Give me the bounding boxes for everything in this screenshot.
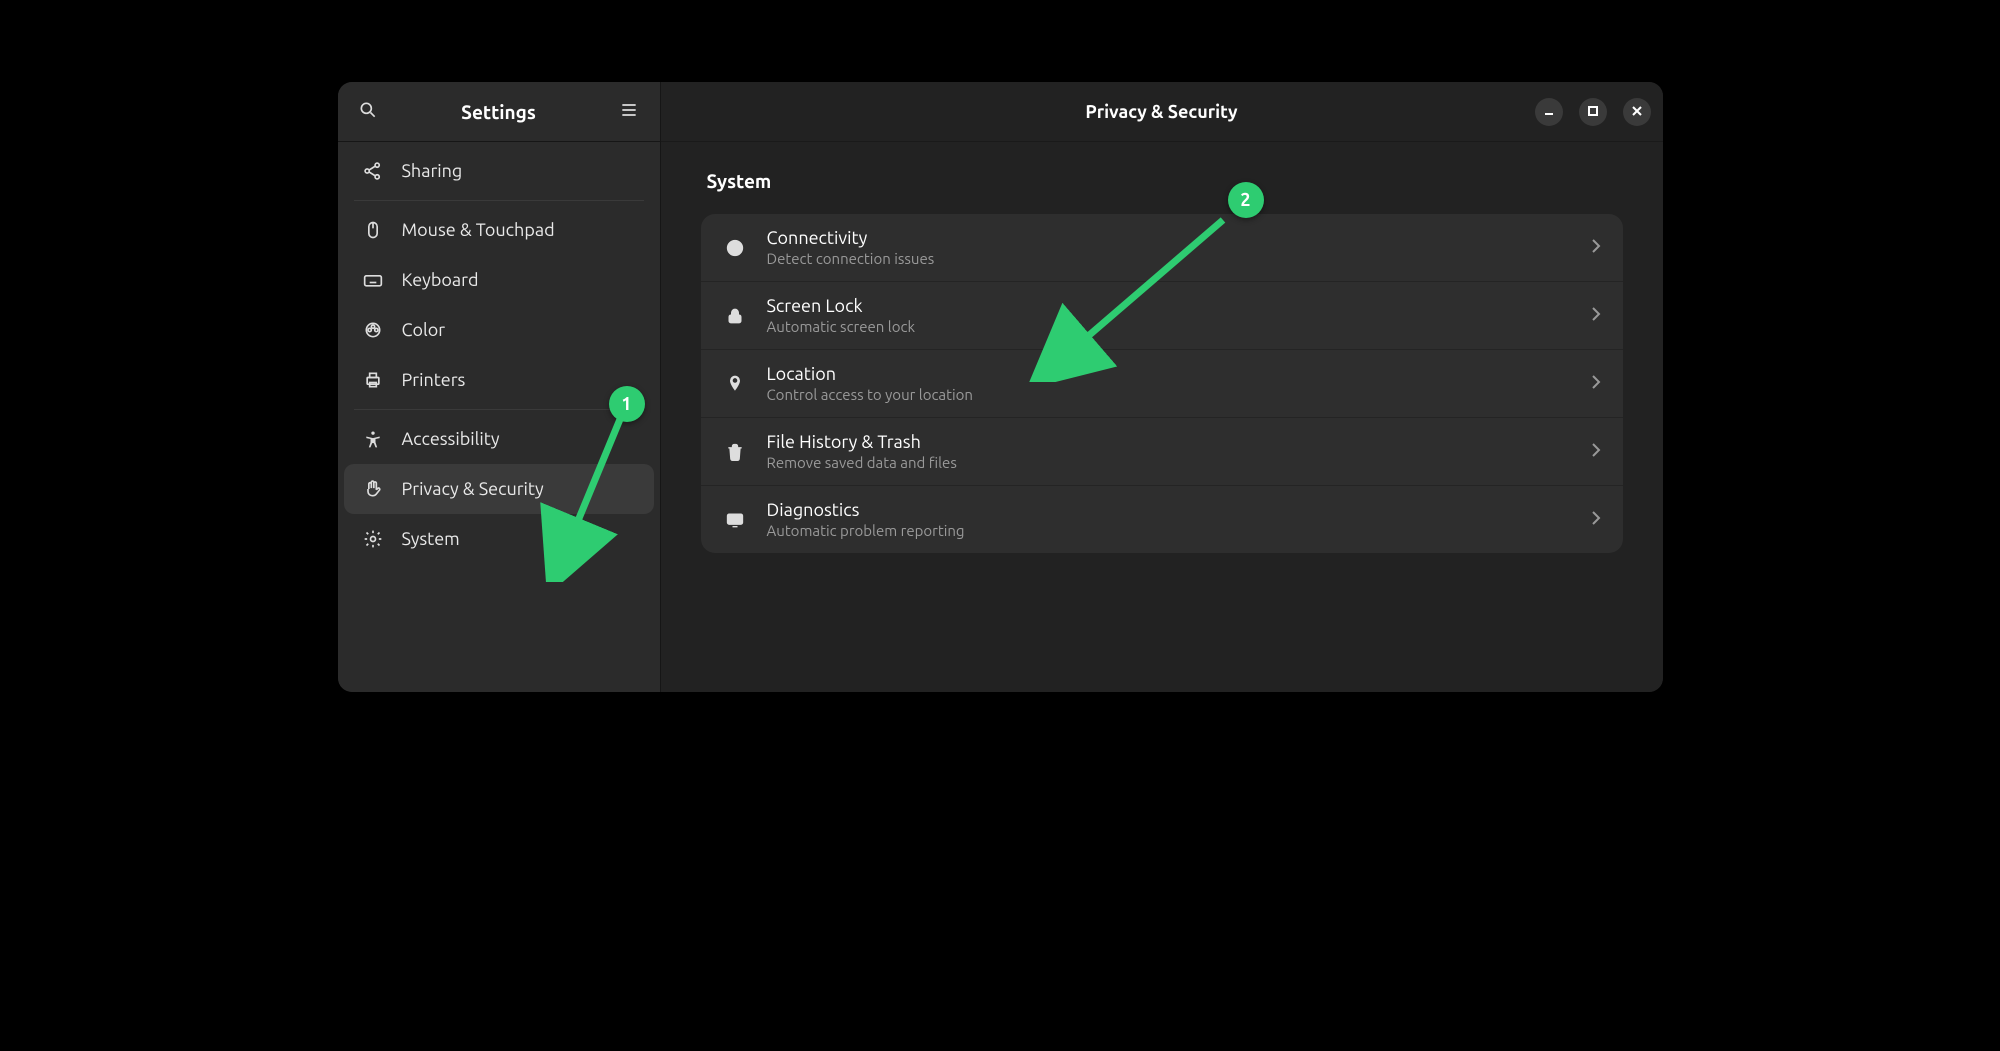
maximize-button[interactable] [1579, 98, 1607, 126]
row-title: Screen Lock [767, 296, 1571, 316]
row-subtitle: Control access to your location [767, 386, 1571, 403]
row-subtitle: Automatic screen lock [767, 318, 1571, 335]
sidebar-item-mouse[interactable]: Mouse & Touchpad [344, 205, 654, 255]
maximize-icon [1587, 103, 1599, 121]
sidebar-separator [354, 200, 644, 201]
chevron-right-icon [1591, 238, 1601, 258]
sidebar-item-label: Privacy & Security [402, 479, 544, 499]
chevron-right-icon [1591, 442, 1601, 462]
row-filehistory[interactable]: File History & Trash Remove saved data a… [701, 418, 1623, 486]
row-title: Connectivity [767, 228, 1571, 248]
printer-icon [362, 369, 384, 391]
accessibility-icon [362, 428, 384, 450]
section-title: System [701, 170, 1623, 192]
sidebar-list: Sharing Mouse & Touchpad Keyboard Color [338, 142, 660, 692]
sidebar-separator [354, 409, 644, 410]
row-subtitle: Automatic problem reporting [767, 522, 1571, 539]
keyboard-icon [362, 269, 384, 291]
sidebar-item-label: Printers [402, 370, 466, 390]
setting-rows: Connectivity Detect connection issues Sc… [701, 214, 1623, 553]
diagnostics-icon [723, 508, 747, 532]
row-text: Screen Lock Automatic screen lock [767, 296, 1571, 335]
chevron-right-icon [1591, 510, 1601, 530]
main-header: Privacy & Security [661, 82, 1663, 142]
menu-button[interactable] [613, 96, 645, 128]
minimize-icon [1543, 103, 1555, 121]
row-title: Location [767, 364, 1571, 384]
sidebar-item-label: System [402, 529, 460, 549]
globe-icon [723, 236, 747, 260]
row-subtitle: Detect connection issues [767, 250, 1571, 267]
hamburger-icon [619, 100, 639, 124]
minimize-button[interactable] [1535, 98, 1563, 126]
sidebar-item-label: Color [402, 320, 446, 340]
row-screenlock[interactable]: Screen Lock Automatic screen lock [701, 282, 1623, 350]
sidebar-item-sharing[interactable]: Sharing [344, 146, 654, 196]
sidebar-item-privacy[interactable]: Privacy & Security [344, 464, 654, 514]
sidebar-item-label: Keyboard [402, 270, 479, 290]
gear-icon [362, 528, 384, 550]
row-subtitle: Remove saved data and files [767, 454, 1571, 471]
row-connectivity[interactable]: Connectivity Detect connection issues [701, 214, 1623, 282]
sidebar-title: Settings [461, 101, 536, 123]
color-icon [362, 319, 384, 341]
row-location[interactable]: Location Control access to your location [701, 350, 1623, 418]
hand-icon [362, 478, 384, 500]
window-controls [1535, 98, 1651, 126]
search-icon [358, 100, 378, 124]
row-text: Connectivity Detect connection issues [767, 228, 1571, 267]
chevron-right-icon [1591, 374, 1601, 394]
close-icon [1631, 103, 1643, 121]
main-panel: Privacy & Security System [661, 82, 1663, 692]
share-icon [362, 160, 384, 182]
sidebar-item-label: Sharing [402, 161, 463, 181]
settings-window: Settings Sharing Mouse & Touchpad [338, 82, 1663, 692]
chevron-right-icon [1591, 306, 1601, 326]
close-button[interactable] [1623, 98, 1651, 126]
row-diagnostics[interactable]: Diagnostics Automatic problem reporting [701, 486, 1623, 553]
row-text: Diagnostics Automatic problem reporting [767, 500, 1571, 539]
mouse-icon [362, 219, 384, 241]
sidebar-item-accessibility[interactable]: Accessibility [344, 414, 654, 464]
location-pin-icon [723, 372, 747, 396]
sidebar: Settings Sharing Mouse & Touchpad [338, 82, 661, 692]
main-body: System Connectivity Detect connection is… [661, 142, 1663, 692]
row-title: Diagnostics [767, 500, 1571, 520]
sidebar-item-label: Accessibility [402, 429, 500, 449]
sidebar-item-label: Mouse & Touchpad [402, 220, 555, 240]
row-title: File History & Trash [767, 432, 1571, 452]
sidebar-item-color[interactable]: Color [344, 305, 654, 355]
lock-icon [723, 304, 747, 328]
sidebar-header: Settings [338, 82, 660, 142]
sidebar-item-system[interactable]: System [344, 514, 654, 564]
trash-icon [723, 440, 747, 464]
search-button[interactable] [352, 96, 384, 128]
row-text: Location Control access to your location [767, 364, 1571, 403]
sidebar-item-keyboard[interactable]: Keyboard [344, 255, 654, 305]
page-title: Privacy & Security [1085, 102, 1237, 122]
row-text: File History & Trash Remove saved data a… [767, 432, 1571, 471]
sidebar-item-printers[interactable]: Printers [344, 355, 654, 405]
